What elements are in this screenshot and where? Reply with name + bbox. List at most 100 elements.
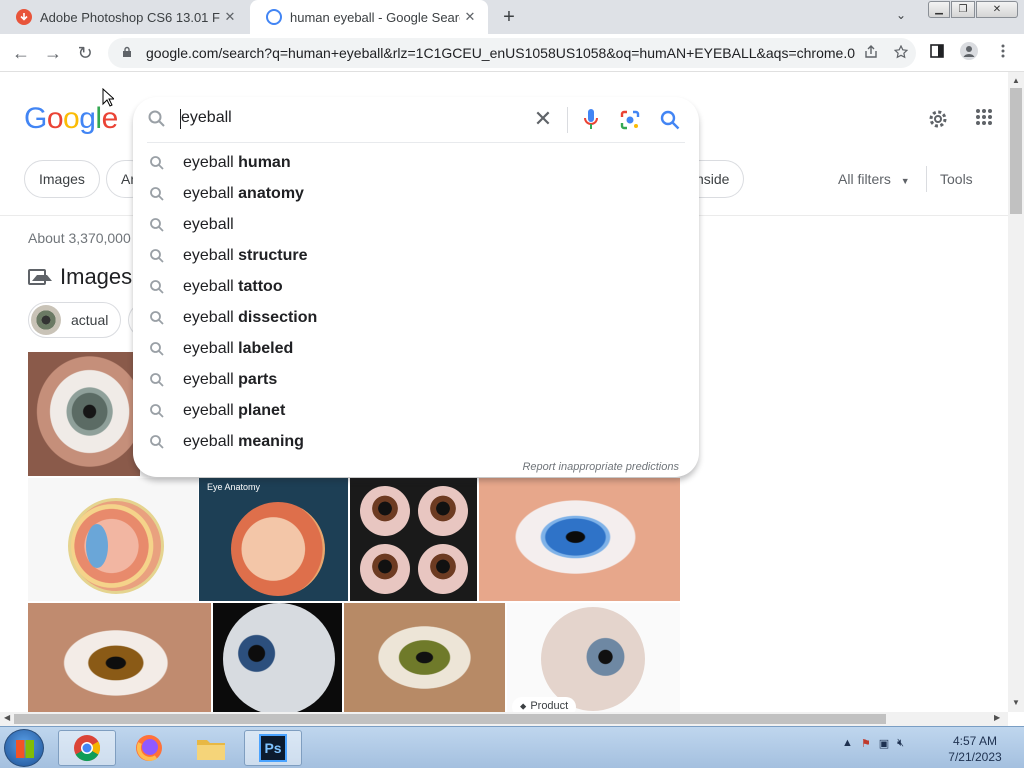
start-button[interactable]	[4, 729, 44, 767]
browser-menu-icon[interactable]	[992, 42, 1014, 64]
volume-muted-icon[interactable]: 🔇︎	[897, 737, 904, 750]
taskbar-firefox[interactable]	[120, 730, 178, 766]
reload-button[interactable]: ↻	[72, 40, 98, 66]
search-autocomplete: eyeball ✕ eyeball human eyeball anatomy …	[133, 97, 699, 477]
taskbar-photoshop[interactable]: Ps	[244, 730, 302, 766]
windows-logo-icon	[16, 740, 34, 758]
report-predictions-link[interactable]: Report inappropriate predictions	[522, 461, 679, 473]
suggestion-item[interactable]: eyeball structure	[133, 240, 699, 271]
bookmark-star-icon[interactable]	[886, 44, 916, 62]
forward-button[interactable]: →	[40, 40, 66, 66]
photoshop-icon: Ps	[259, 734, 287, 762]
taskbar-clock[interactable]: 4:57 AM 7/21/2023	[940, 733, 1010, 765]
suggestion-item[interactable]: eyeball parts	[133, 364, 699, 395]
apps-grid-icon[interactable]	[972, 108, 996, 132]
address-bar[interactable]: google.com/search?q=human+eyeball&rlz=1C…	[108, 38, 916, 68]
refine-chip-actual[interactable]: actual	[28, 302, 122, 338]
image-result[interactable]	[28, 603, 211, 712]
browser-toolbar: ← → ↻ google.com/search?q=human+eyeball&…	[0, 34, 1024, 72]
suggestion-item[interactable]: eyeball meaning	[133, 426, 699, 457]
close-window-button[interactable]: ✕	[976, 1, 1018, 18]
microphone-icon[interactable]	[581, 107, 601, 133]
profile-avatar-icon[interactable]	[958, 42, 980, 64]
vertical-scrollbar[interactable]: ▲ ▼	[1008, 72, 1024, 712]
image-result[interactable]	[28, 352, 140, 476]
back-button[interactable]: ←	[8, 40, 34, 66]
tab-close-icon[interactable]: ✕	[460, 9, 480, 25]
suggestion-prefix: eyeball	[183, 308, 234, 326]
eye-anatomy-graphic	[231, 502, 325, 596]
result-stats: About 3,370,000	[28, 230, 131, 246]
all-filters-label: All filters	[838, 171, 891, 187]
images-section-heading[interactable]: Images	[28, 264, 132, 290]
suggestion-item[interactable]: eyeball labeled	[133, 333, 699, 364]
image-result[interactable]	[213, 603, 342, 712]
image-result[interactable]	[350, 478, 477, 601]
scrollbar-thumb[interactable]	[1010, 88, 1022, 214]
eyeball-graphic	[541, 607, 645, 711]
minimize-button[interactable]: ▁	[928, 1, 950, 18]
scroll-right-arrow-icon[interactable]: ▶	[994, 713, 1000, 722]
action-center-flag-icon[interactable]: ⚑	[861, 737, 871, 750]
suggestion-list: eyeball human eyeball anatomy eyeball ey…	[133, 147, 699, 457]
scrollbar-thumb[interactable]	[14, 714, 886, 724]
image-result[interactable]	[344, 603, 505, 712]
image-result[interactable]	[28, 478, 198, 601]
side-panel-icon[interactable]	[926, 42, 948, 64]
divider	[147, 142, 685, 143]
eyeball-graphic	[418, 486, 468, 536]
suggestion-item[interactable]: eyeball planet	[133, 395, 699, 426]
search-submit-icon[interactable]	[659, 109, 681, 131]
tab-close-icon[interactable]: ✕	[220, 9, 240, 25]
all-filters-button[interactable]: All filters ▼	[838, 171, 910, 187]
suggestion-item[interactable]: eyeball human	[133, 147, 699, 178]
suggestion-item[interactable]: eyeball dissection	[133, 302, 699, 333]
settings-gear-icon[interactable]	[926, 108, 950, 132]
google-lens-icon[interactable]	[619, 109, 641, 131]
network-icon[interactable]: ▣	[879, 737, 889, 750]
image-result[interactable]	[479, 478, 680, 601]
image-icon	[28, 269, 52, 285]
share-icon[interactable]	[856, 44, 886, 62]
chip-images[interactable]: Images	[24, 160, 100, 198]
new-tab-button[interactable]: +	[496, 4, 522, 30]
clear-icon[interactable]: ✕	[531, 107, 555, 131]
tab-title: Adobe Photoshop CS6 13.01 Fre	[40, 9, 220, 25]
logo-letter: g	[79, 102, 96, 135]
suggestion-completion: meaning	[238, 432, 304, 450]
scroll-up-arrow-icon[interactable]: ▲	[1012, 76, 1020, 85]
chrome-icon	[74, 735, 101, 762]
clock-time: 4:57 AM	[952, 734, 998, 748]
maximize-button[interactable]: ❐	[951, 1, 975, 18]
suggestion-completion: dissection	[238, 308, 318, 326]
mouse-cursor-icon	[102, 88, 114, 107]
suggestion-completion: tattoo	[238, 277, 283, 295]
image-result[interactable]: Eye Anatomy	[199, 478, 348, 601]
taskbar-file-explorer[interactable]	[182, 730, 240, 766]
suggestion-prefix: eyeball	[183, 246, 234, 264]
taskbar-chrome[interactable]	[58, 730, 116, 766]
tab-photoshop[interactable]: Adobe Photoshop CS6 13.01 Fre ✕	[0, 0, 248, 34]
logo-letter: o	[46, 102, 64, 135]
suggestion-prefix: eyeball	[183, 215, 234, 233]
tools-button[interactable]: Tools	[940, 171, 973, 187]
image-result[interactable]	[507, 603, 680, 712]
suggestion-prefix: eyeball	[183, 277, 234, 295]
eyeball-graphic	[418, 544, 468, 594]
tag-icon: ⬥	[520, 701, 527, 711]
suggestion-item[interactable]: eyeball	[133, 209, 699, 240]
eye-diagram-graphic	[68, 498, 164, 594]
horizontal-scrollbar[interactable]: ◀ ▶	[0, 712, 1008, 726]
tab-google-search[interactable]: human eyeball - Google Search ✕	[250, 0, 488, 34]
search-box[interactable]: eyeball ✕	[133, 97, 699, 143]
search-input[interactable]: eyeball	[181, 109, 232, 127]
google-favicon-icon	[266, 9, 282, 25]
suggestion-prefix: eyeball	[183, 432, 234, 450]
scroll-left-arrow-icon[interactable]: ◀	[4, 713, 10, 722]
windows-taskbar: Ps ▲ ⚑ ▣ 🔇︎ 4:57 AM 7/21/2023	[0, 726, 1024, 768]
scroll-down-arrow-icon[interactable]: ▼	[1012, 698, 1020, 707]
show-hidden-icons-icon[interactable]: ▲	[842, 737, 853, 750]
suggestion-item[interactable]: eyeball tattoo	[133, 271, 699, 302]
suggestion-item[interactable]: eyeball anatomy	[133, 178, 699, 209]
tab-search-icon[interactable]: ⌄	[896, 8, 906, 22]
